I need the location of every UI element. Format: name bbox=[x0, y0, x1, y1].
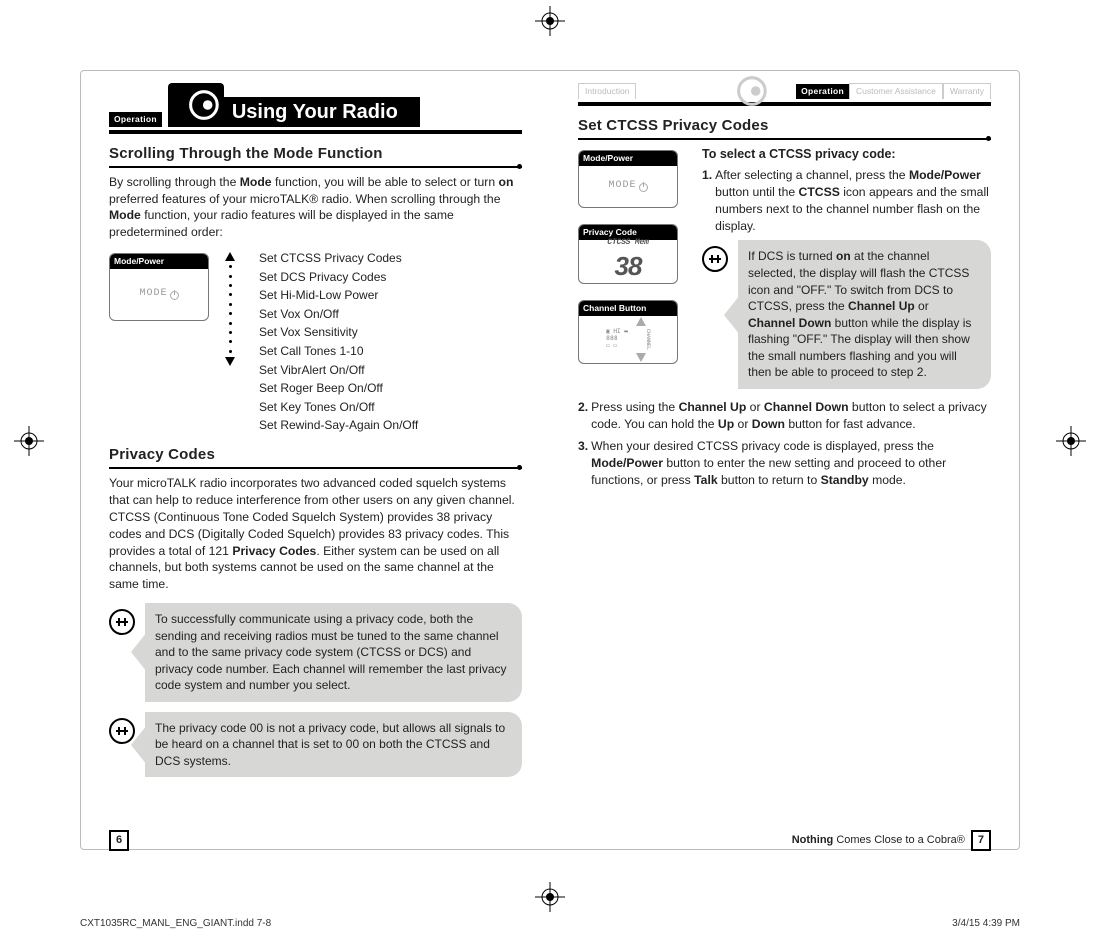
channel-down-icon bbox=[636, 353, 646, 362]
registration-mark-icon bbox=[535, 882, 565, 912]
list-item: Set Key Tones On/Off bbox=[245, 398, 418, 417]
step-item: 1.After selecting a channel, press the M… bbox=[702, 167, 991, 234]
list-item: Set Roger Beep On/Off bbox=[245, 379, 418, 398]
ctcss-label: CTCSS Mem bbox=[607, 238, 648, 249]
right-header: Introduction Operation Customer Assistan… bbox=[578, 83, 991, 99]
step-number: 1. bbox=[702, 167, 712, 234]
note-block: To successfully communicate using a priv… bbox=[109, 603, 522, 702]
page-root: Operation Using Your Radio Scrolling Thr… bbox=[0, 0, 1100, 950]
section-heading: Privacy Codes bbox=[109, 445, 522, 465]
note-block: The privacy code 00 is not a privacy cod… bbox=[109, 712, 522, 778]
power-icon bbox=[170, 291, 179, 300]
page-number-left: 6 bbox=[109, 830, 129, 851]
step-item: 2.Press using the Channel Up or Channel … bbox=[578, 399, 991, 433]
left-page: Operation Using Your Radio Scrolling Thr… bbox=[81, 71, 550, 849]
list-item: Set VibrAlert On/Off bbox=[245, 361, 418, 380]
lcd-number: 38 bbox=[615, 249, 642, 284]
note-text: The privacy code 00 is not a privacy cod… bbox=[145, 712, 522, 778]
section-heading: Scrolling Through the Mode Function bbox=[109, 144, 522, 164]
step-text: When your desired CTCSS privacy code is … bbox=[591, 438, 991, 488]
list-item: Set Rewind-Say-Again On/Off bbox=[245, 416, 418, 435]
mode-list: Set CTCSS Privacy Codes Set DCS Privacy … bbox=[245, 249, 418, 435]
mode-power-illustration: Mode/Power MODE bbox=[578, 150, 678, 208]
file-name: CXT1035RC_MANL_ENG_GIANT.indd 7-8 bbox=[80, 917, 271, 931]
mode-text: MODE bbox=[139, 287, 167, 301]
note-icon bbox=[702, 246, 728, 272]
section-rule bbox=[109, 467, 522, 469]
illustration-label: Mode/Power bbox=[579, 151, 677, 165]
tab-customer-assistance: Customer Assistance bbox=[849, 83, 943, 99]
list-item: Set CTCSS Privacy Codes bbox=[245, 249, 418, 268]
section-heading: Set CTCSS Privacy Codes bbox=[578, 116, 991, 136]
channel-up-icon bbox=[636, 317, 646, 326]
step-text: After selecting a channel, press the Mod… bbox=[715, 167, 991, 234]
tab-bar-right: Customer Assistance Warranty bbox=[849, 83, 991, 99]
content-frame: Operation Using Your Radio Scrolling Thr… bbox=[80, 70, 1020, 850]
tagline: Nothing Comes Close to a Cobra® bbox=[792, 833, 965, 848]
section-rule bbox=[109, 166, 522, 168]
page-number-box: 6 bbox=[109, 830, 129, 851]
illustration-label: Channel Button bbox=[579, 301, 677, 315]
ctcss-text-column: To select a CTCSS privacy code: 1.After … bbox=[702, 146, 991, 389]
page-number-right: Nothing Comes Close to a Cobra® 7 bbox=[792, 830, 991, 851]
file-date: 3/4/15 4:39 PM bbox=[952, 917, 1020, 931]
operation-badge: Operation bbox=[109, 112, 162, 127]
illustration-column: Mode/Power MODE Privacy Code CTCSS Mem 3… bbox=[578, 146, 690, 368]
header-rule bbox=[109, 130, 522, 134]
page-title: Using Your Radio bbox=[222, 97, 420, 127]
step-number: 3. bbox=[578, 438, 588, 488]
power-icon bbox=[639, 183, 648, 192]
steps-below: 2.Press using the Channel Up or Channel … bbox=[578, 399, 991, 489]
registration-mark-icon bbox=[1056, 426, 1086, 456]
note-icon bbox=[109, 609, 135, 635]
list-item: Set Call Tones 1-10 bbox=[245, 342, 418, 361]
header-rule bbox=[578, 102, 991, 106]
registration-mark-icon bbox=[14, 426, 44, 456]
note-text: To successfully communicate using a priv… bbox=[145, 603, 522, 702]
left-header: Operation Using Your Radio bbox=[109, 83, 522, 127]
step-text: Press using the Channel Up or Channel Do… bbox=[591, 399, 991, 433]
step-item: 3.When your desired CTCSS privacy code i… bbox=[578, 438, 991, 488]
tab-operation: Operation bbox=[796, 84, 849, 99]
registration-mark-icon bbox=[535, 6, 565, 36]
page-number-box: 7 bbox=[971, 830, 991, 851]
note-block: If DCS is turned on at the channel selec… bbox=[702, 240, 991, 388]
mode-text: MODE bbox=[608, 179, 636, 193]
list-item: Set DCS Privacy Codes bbox=[245, 268, 418, 287]
list-item: Set Vox On/Off bbox=[245, 305, 418, 324]
section-body: Your microTALK radio incorporates two ad… bbox=[109, 475, 522, 593]
list-item: Set Vox Sensitivity bbox=[245, 323, 418, 342]
triangle-down-icon bbox=[225, 357, 235, 366]
step-number: 2. bbox=[578, 399, 588, 433]
channel-button-illustration: Channel Button ▣ HI ▬𝟠𝟠𝟠▭ ▭ CHANNEL bbox=[578, 300, 678, 364]
tab-bar: Introduction bbox=[578, 83, 636, 99]
privacy-code-illustration: Privacy Code CTCSS Mem 38 bbox=[578, 224, 678, 284]
channel-label: CHANNEL bbox=[632, 329, 650, 350]
note-text: If DCS is turned on at the channel selec… bbox=[738, 240, 991, 388]
right-page: Introduction Operation Customer Assistan… bbox=[550, 71, 1019, 849]
list-item: Set Hi-Mid-Low Power bbox=[245, 286, 418, 305]
cobra-swirl-icon bbox=[168, 83, 224, 127]
section-body: By scrolling through the Mode function, … bbox=[109, 174, 522, 241]
lcd-icon: ▣ HI ▬𝟠𝟠𝟠▭ ▭ bbox=[606, 329, 628, 349]
cobra-swirl-icon bbox=[722, 69, 778, 113]
illustration-label: Mode/Power bbox=[110, 254, 208, 268]
file-footer: CXT1035RC_MANL_ENG_GIANT.indd 7-8 3/4/15… bbox=[80, 917, 1020, 931]
arrow-column bbox=[221, 251, 239, 367]
tab-warranty: Warranty bbox=[943, 83, 991, 99]
tab-introduction: Introduction bbox=[578, 83, 636, 99]
lead-text: To select a CTCSS privacy code: bbox=[702, 146, 991, 163]
ctcss-row: Mode/Power MODE Privacy Code CTCSS Mem 3… bbox=[578, 146, 991, 389]
section-rule bbox=[578, 138, 991, 140]
triangle-up-icon bbox=[225, 252, 235, 261]
mode-power-illustration: Mode/Power MODE bbox=[109, 253, 209, 321]
